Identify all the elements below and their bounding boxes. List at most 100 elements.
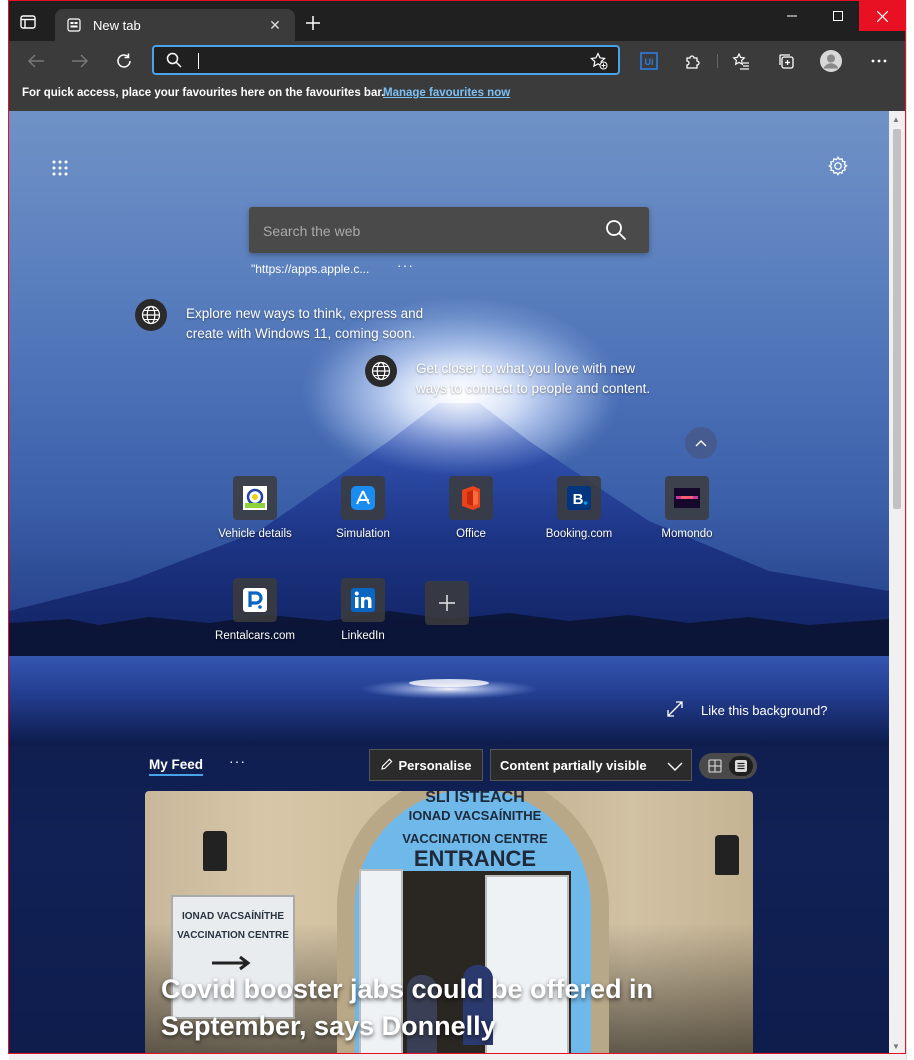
sign-text: SLI ISTEACH <box>425 791 525 806</box>
search-icon <box>166 52 182 68</box>
text-caret <box>198 53 199 69</box>
favourites-bar: For quick access, place your favourites … <box>9 81 905 111</box>
extensions-puzzle-icon[interactable] <box>683 51 703 71</box>
office-icon <box>449 476 493 520</box>
vehicle-details-icon <box>233 476 277 520</box>
add-favourite-star-icon[interactable] <box>590 52 608 70</box>
close-window-button[interactable] <box>859 1 905 31</box>
scrollbar-thumb[interactable] <box>893 129 901 509</box>
tab-title: New tab <box>93 18 141 33</box>
rentalcars-icon <box>233 578 277 622</box>
manage-favourites-link[interactable]: Manage favourites now <box>383 87 510 99</box>
tab-actions-menu-icon[interactable] <box>19 13 37 31</box>
quick-link-label: Momondo <box>661 528 713 540</box>
layout-toggle <box>699 753 757 779</box>
toolbar-divider <box>717 54 718 68</box>
web-search-input[interactable] <box>261 220 595 242</box>
profile-avatar-icon[interactable] <box>819 49 843 73</box>
quick-link-momondo[interactable]: Momondo <box>635 476 735 566</box>
suggestion-more-button[interactable]: ··· <box>397 257 414 273</box>
tip-line: create with Windows 11, coming soon. <box>186 326 416 341</box>
globe-icon[interactable] <box>135 299 167 331</box>
sign-text: IONAD VACSAÍNÍTHE <box>181 911 285 922</box>
favourites-bar-message: For quick access, place your favourites … <box>22 87 385 99</box>
tip-line: ways to connect to people and content. <box>416 381 651 396</box>
web-search-box[interactable] <box>249 207 649 253</box>
refresh-icon[interactable] <box>114 51 134 71</box>
quick-link-rentalcars[interactable]: Rentalcars.com <box>203 578 303 668</box>
navigation-toolbar: Ui <box>9 41 905 81</box>
quick-link-linkedin[interactable]: LinkedIn <box>311 578 411 668</box>
add-quick-link-button[interactable] <box>425 581 469 625</box>
forward-arrow-icon[interactable] <box>70 51 90 71</box>
personalise-button[interactable]: Personalise <box>369 749 483 781</box>
svg-text:Ui: Ui <box>645 57 654 67</box>
scroll-down-arrow-icon[interactable]: ▼ <box>892 1042 900 1051</box>
quick-link-booking[interactable]: B Booking.com <box>527 476 627 566</box>
browser-window: New tab ✕ Ui For quick access, place you… <box>8 0 906 1054</box>
tip-line: Explore new ways to think, express and <box>186 306 424 321</box>
feed-more-options-button[interactable]: ··· <box>229 753 246 769</box>
tab-my-feed[interactable]: My Feed <box>149 757 204 776</box>
collapse-quick-links-button[interactable] <box>685 427 717 459</box>
sign-text: IONAD VACSAÍNITHE <box>408 808 542 823</box>
tab-close-icon[interactable]: ✕ <box>265 15 285 35</box>
quick-link-label: Vehicle details <box>218 528 292 540</box>
headline-line: September, says Donnelly <box>161 1011 496 1041</box>
headline-line: Covid booster jabs could be offered in <box>161 974 654 1004</box>
recent-search-suggestion[interactable]: "https://apps.apple.c... <box>251 262 369 276</box>
quick-link-label: Simulation <box>336 528 390 540</box>
globe-icon[interactable] <box>365 355 397 387</box>
new-tab-page: "https://apps.apple.c... ··· Explore new… <box>9 111 889 1053</box>
search-icon[interactable] <box>605 219 627 241</box>
title-bar: New tab ✕ <box>9 1 905 41</box>
extension-ui-icon[interactable]: Ui <box>639 51 659 71</box>
scroll-up-arrow-icon[interactable]: ▲ <box>892 115 900 124</box>
feed-toolbar: My Feed ··· Personalise Content partiall… <box>9 741 889 791</box>
quick-link-office[interactable]: Office <box>419 476 519 566</box>
settings-and-more-icon[interactable] <box>869 51 889 71</box>
svg-text:B: B <box>573 491 584 508</box>
windows-11-tip[interactable]: Explore new ways to think, express and c… <box>186 304 423 344</box>
background-window-edge-right <box>906 0 914 1060</box>
connect-tip[interactable]: Get closer to what you love with new way… <box>416 359 650 399</box>
page-scrollbar[interactable]: ▲ ▼ <box>889 111 905 1053</box>
quick-link-simulation[interactable]: Simulation <box>311 476 411 566</box>
address-input[interactable] <box>194 51 578 71</box>
address-bar[interactable] <box>152 45 620 75</box>
new-tab-favicon-icon <box>67 18 81 32</box>
back-arrow-icon[interactable] <box>26 51 46 71</box>
expand-icon <box>667 701 683 717</box>
booking-icon: B <box>557 476 601 520</box>
new-tab-plus-icon[interactable] <box>305 15 321 31</box>
content-visibility-dropdown[interactable]: Content partially visible <box>490 749 692 781</box>
page-settings-gear-icon[interactable] <box>827 155 849 177</box>
personalise-label: Personalise <box>398 757 472 773</box>
like-background-label: Like this background? <box>701 703 828 718</box>
quick-link-vehicle-details[interactable]: Vehicle details <box>203 476 303 566</box>
quick-link-label: Booking.com <box>545 528 613 540</box>
favourites-icon[interactable] <box>731 51 751 71</box>
sign-text: VACCINATION CENTRE <box>402 831 548 846</box>
momondo-icon <box>665 476 709 520</box>
tab-new-tab[interactable]: New tab ✕ <box>55 9 295 41</box>
list-layout-icon[interactable] <box>729 756 753 776</box>
apps-launcher-icon[interactable] <box>51 159 69 177</box>
app-store-icon <box>341 476 385 520</box>
tip-line: Get closer to what you love with new <box>416 361 636 376</box>
news-article-card[interactable]: SLI ISTEACH IONAD VACSAÍNITHE VACCINATIO… <box>145 791 753 1053</box>
linkedin-icon <box>341 578 385 622</box>
wall-lamp-right <box>715 835 739 875</box>
quick-link-label: Rentalcars.com <box>215 630 295 642</box>
collections-icon[interactable] <box>776 51 796 71</box>
minimize-button[interactable] <box>769 1 815 31</box>
content-visibility-label: Content partially visible <box>500 758 647 773</box>
maximize-button[interactable] <box>815 1 861 31</box>
pencil-icon <box>380 758 393 773</box>
grid-layout-icon[interactable] <box>703 756 727 776</box>
article-headline[interactable]: Covid booster jabs could be offered in S… <box>161 971 721 1045</box>
sign-text: ENTRANCE <box>413 846 537 871</box>
article-image-sign: SLI ISTEACH IONAD VACSAÍNITHE VACCINATIO… <box>345 791 605 872</box>
sign-text: VACCINATION CENTRE <box>177 930 289 941</box>
quick-link-label: Office <box>456 528 486 540</box>
